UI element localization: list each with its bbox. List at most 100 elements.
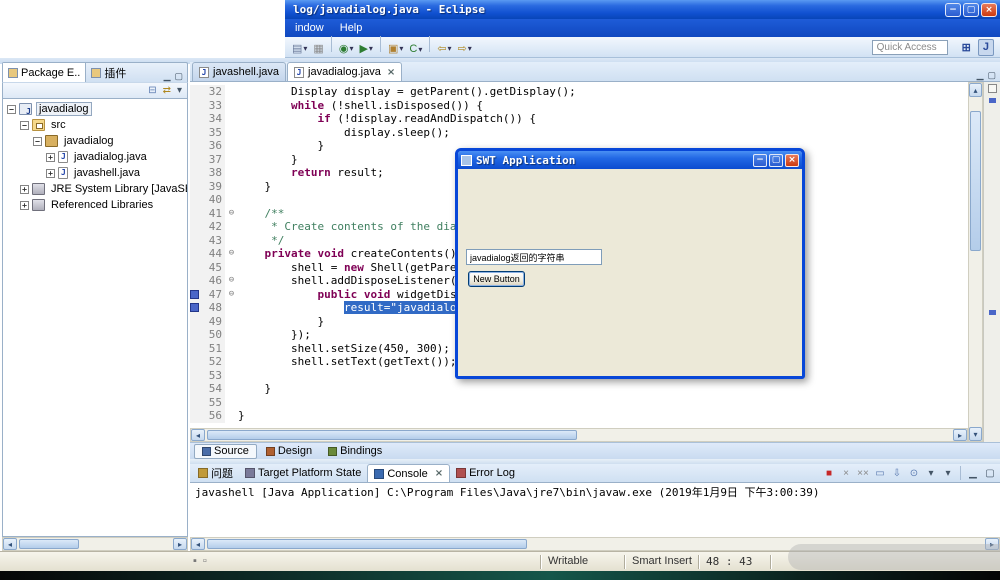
clear-console-button[interactable]: ▭	[872, 465, 888, 481]
java-perspective-button[interactable]: J	[978, 39, 994, 56]
annotation-marker[interactable]	[989, 98, 996, 103]
dialog-titlebar[interactable]: SWT Application − ▢ ×	[458, 151, 802, 169]
collapse-icon[interactable]: −	[7, 105, 16, 114]
dropdown-arrow-icon[interactable]: ▾	[468, 44, 472, 53]
tree-item-javadialog[interactable]: −javadialog	[3, 101, 187, 117]
console-view-menu-button[interactable]: ▾	[923, 465, 939, 481]
code-line-56[interactable]: 56}	[190, 409, 968, 423]
dropdown-arrow-icon[interactable]: ▾	[303, 44, 307, 53]
code-line-55[interactable]: 55	[190, 396, 968, 410]
scrollbar-track[interactable]	[205, 429, 953, 441]
scrollbar-thumb[interactable]	[207, 430, 577, 440]
scroll-right-button[interactable]: ▸	[953, 429, 967, 441]
maximize-view-button[interactable]: ▢	[982, 465, 998, 481]
tab-design[interactable]: Design	[259, 444, 319, 459]
expand-icon[interactable]: +	[20, 201, 29, 210]
back-button[interactable]: ⇦▾	[435, 40, 453, 58]
expand-icon[interactable]: +	[46, 169, 55, 178]
minimize-view-button[interactable]: ▁	[164, 71, 171, 82]
maximize-dialog-button[interactable]: ▢	[769, 154, 783, 167]
dropdown-arrow-icon[interactable]: ▾	[399, 44, 403, 53]
console-output[interactable]: javashell [Java Application] C:\Program …	[190, 483, 1000, 537]
collapse-icon[interactable]: −	[33, 137, 42, 146]
maximize-view-button[interactable]: ▢	[987, 70, 996, 81]
scroll-up-button[interactable]: ▴	[969, 83, 982, 97]
new-class-button[interactable]: C▾	[407, 40, 424, 58]
code-line-32[interactable]: 32 Display display = getParent().getDisp…	[190, 85, 968, 99]
minimize-view-button[interactable]: ▁	[977, 70, 984, 81]
fold-collapse-icon[interactable]: ⊖	[225, 207, 238, 221]
link-with-editor-button[interactable]: ⇄	[161, 85, 173, 96]
view-tab-Package E..[interactable]: Package E..	[3, 63, 86, 82]
scrollbar-track[interactable]	[969, 97, 982, 427]
code-line-34[interactable]: 34 if (!display.readAndDispatch()) {	[190, 112, 968, 126]
terminate-button[interactable]: ■	[821, 465, 837, 481]
window-titlebar[interactable]: log/javadialog.java - Eclipse − ▢ ×	[285, 0, 1000, 19]
close-tab-icon[interactable]: ×	[435, 468, 443, 479]
tree-item-javashell.java[interactable]: +javashell.java	[3, 165, 187, 181]
tree-item-javadialog[interactable]: −javadialog	[3, 133, 187, 149]
package-explorer-horizontal-scrollbar[interactable]: ◂ ▸	[2, 537, 188, 551]
minimize-view-button[interactable]: ▁	[965, 465, 981, 481]
view-tab-问题[interactable]: 问题	[192, 464, 239, 482]
remove-launch-button[interactable]: ×	[838, 465, 854, 481]
scroll-left-button[interactable]: ◂	[191, 429, 205, 441]
dropdown-arrow-icon[interactable]: ▾	[369, 44, 373, 53]
scroll-left-button[interactable]: ◂	[3, 538, 17, 550]
result-text-field[interactable]	[466, 249, 602, 265]
tab-source[interactable]: Source	[194, 444, 257, 459]
fold-collapse-icon[interactable]: ⊖	[225, 274, 238, 288]
scroll-lock-button[interactable]: ⇩	[889, 465, 905, 481]
close-tab-icon[interactable]: ×	[387, 67, 395, 78]
tab-bindings[interactable]: Bindings	[321, 444, 389, 459]
minimize-dialog-button[interactable]: −	[753, 154, 767, 167]
tree-item-src[interactable]: −src	[3, 117, 187, 133]
editor-horizontal-scrollbar[interactable]: ◂ ▸	[190, 428, 968, 442]
scrollbar-track[interactable]	[17, 538, 173, 550]
dropdown-arrow-icon[interactable]: ▾	[418, 45, 422, 54]
overview-ruler-header[interactable]	[988, 84, 997, 93]
remove-all-launches-button[interactable]: ××	[855, 465, 871, 481]
view-tab-插件[interactable]: 插件	[86, 63, 131, 82]
view-tab-Target Platform State[interactable]: Target Platform State	[239, 464, 367, 482]
dropdown-arrow-icon[interactable]: ▾	[448, 44, 452, 53]
forward-button[interactable]: ⇨▾	[456, 40, 474, 58]
new-java-project-button[interactable]: ▣▾	[386, 40, 405, 58]
quick-access-input[interactable]: Quick Access	[872, 40, 948, 55]
maximize-view-button[interactable]: ▢	[174, 71, 183, 82]
editor-tab-javadialog.java[interactable]: Jjavadialog.java×	[287, 62, 402, 81]
tree-item-javadialog.java[interactable]: +javadialog.java	[3, 149, 187, 165]
tree-item-Referenced Libraries[interactable]: +Referenced Libraries	[3, 197, 187, 213]
save-button[interactable]: ▦	[311, 40, 325, 58]
open-perspective-button[interactable]: ⊞	[958, 39, 975, 56]
code-line-33[interactable]: 33 while (!shell.isDisposed()) {	[190, 99, 968, 113]
debug-button[interactable]: ◉▾	[337, 40, 356, 58]
overview-ruler[interactable]	[983, 82, 1000, 442]
scroll-left-button[interactable]: ◂	[191, 538, 205, 550]
view-menu-button[interactable]: ▾	[175, 85, 184, 96]
collapse-icon[interactable]: −	[20, 121, 29, 130]
scrollbar-thumb[interactable]	[207, 539, 527, 549]
dropdown-arrow-icon[interactable]: ▾	[349, 44, 353, 53]
expand-icon[interactable]: +	[20, 185, 29, 194]
scroll-right-button[interactable]: ▸	[173, 538, 187, 550]
annotation-marker[interactable]	[989, 310, 996, 315]
scrollbar-thumb[interactable]	[970, 111, 981, 251]
editor-tab-javashell.java[interactable]: Jjavashell.java	[192, 62, 286, 81]
view-tab-Error Log[interactable]: Error Log	[450, 464, 521, 482]
scrollbar-thumb[interactable]	[19, 539, 79, 549]
code-line-54[interactable]: 54 }	[190, 382, 968, 396]
fold-collapse-icon[interactable]: ⊖	[225, 288, 238, 302]
collapse-all-button[interactable]: ⊟	[146, 85, 158, 96]
minimize-window-button[interactable]: −	[945, 3, 961, 17]
view-tab-Console[interactable]: Console×	[367, 464, 450, 482]
editor-vertical-scrollbar[interactable]: ▴ ▾	[968, 82, 983, 442]
scroll-down-button[interactable]: ▾	[969, 427, 982, 441]
maximize-window-button[interactable]: ▢	[963, 3, 979, 17]
close-window-button[interactable]: ×	[981, 3, 997, 17]
fold-collapse-icon[interactable]: ⊖	[225, 247, 238, 261]
menu-window[interactable]: indow	[295, 22, 324, 34]
open-console-button[interactable]: ▾	[940, 465, 956, 481]
code-line-35[interactable]: 35 display.sleep();	[190, 126, 968, 140]
run-button[interactable]: ▶▾	[357, 40, 374, 58]
